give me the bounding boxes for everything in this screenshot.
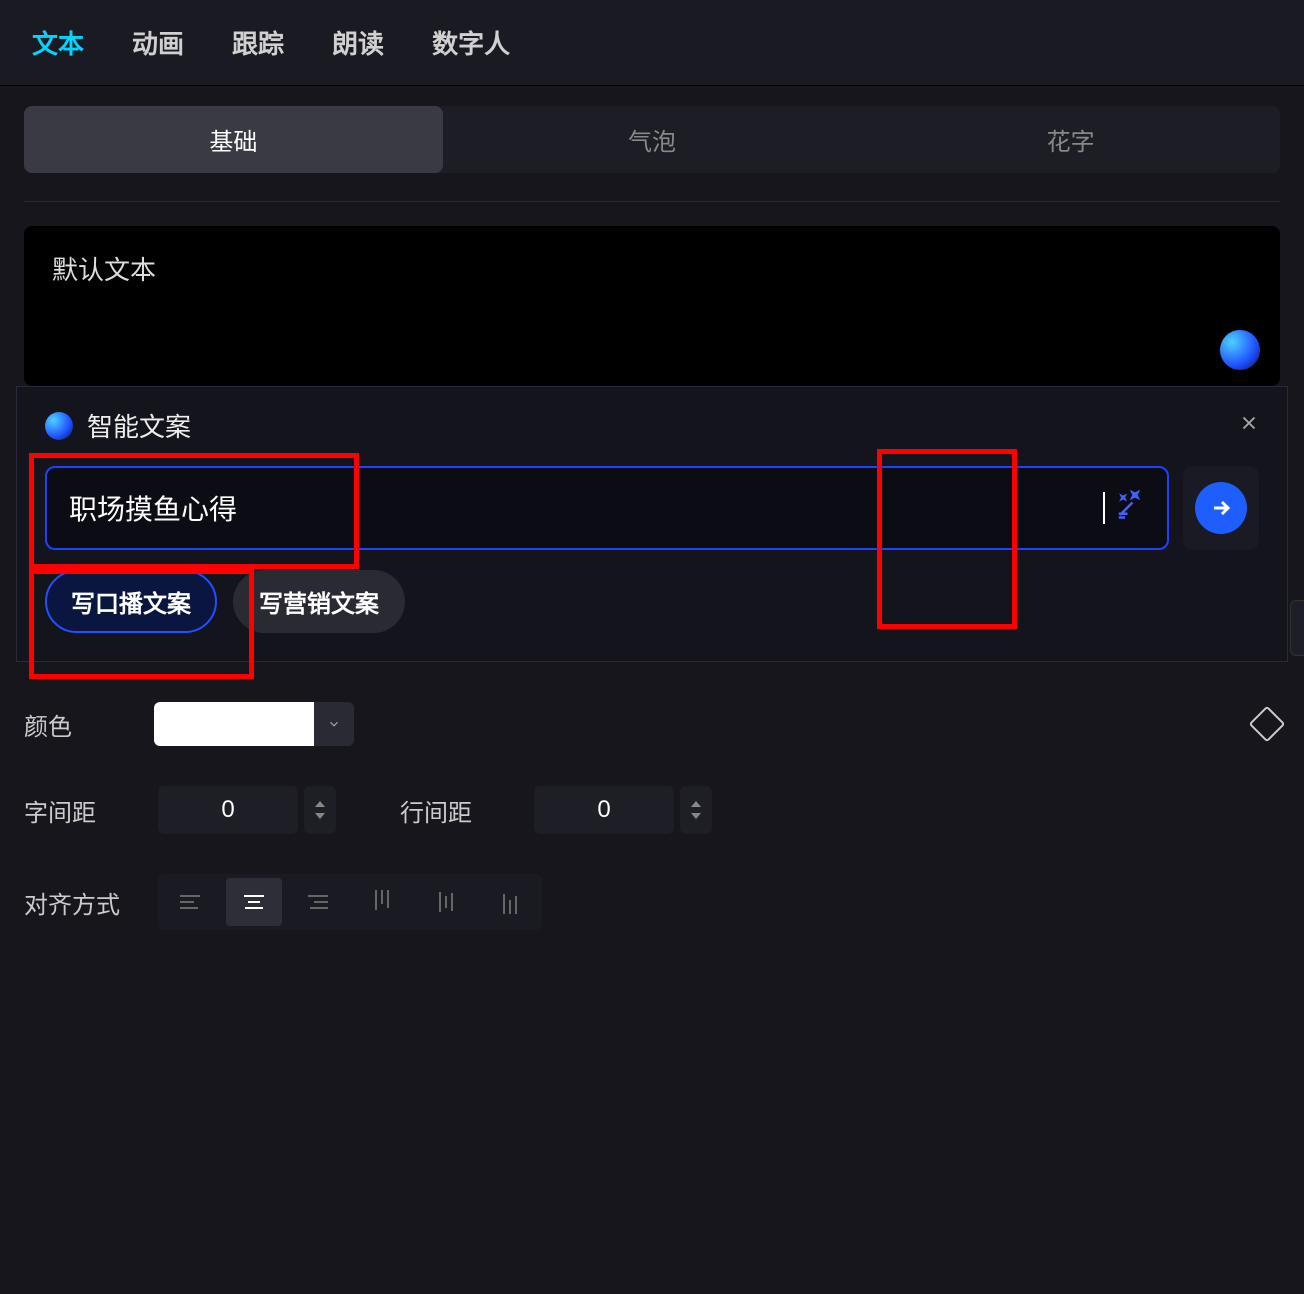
submit-button[interactable] xyxy=(1183,466,1259,550)
smart-input-field[interactable]: 职场摸鱼心得 xyxy=(45,466,1169,550)
tab-speak[interactable]: 朗读 xyxy=(332,24,384,61)
alignment-row: 对齐方式 xyxy=(24,854,1280,950)
letter-spacing-input[interactable]: 0 xyxy=(158,786,298,834)
letter-spacing-control: 0 xyxy=(158,786,336,834)
smart-input-row: 职场摸鱼心得 xyxy=(45,466,1259,550)
line-spacing-control: 0 xyxy=(534,786,712,834)
chip-row: 写口播文案 写营销文案 xyxy=(45,570,1259,633)
line-spacing-input[interactable]: 0 xyxy=(534,786,674,834)
tab-text[interactable]: 文本 xyxy=(32,24,84,61)
color-row: 颜色 xyxy=(24,682,1280,766)
valign-bottom-button[interactable] xyxy=(482,878,538,926)
smart-title: 智能文案 xyxy=(87,407,191,444)
align-label: 对齐方式 xyxy=(24,885,134,920)
panel-resize-handle[interactable] xyxy=(1290,600,1304,656)
sub-tab-basic[interactable]: 基础 xyxy=(24,106,443,173)
letter-spacing-label: 字间距 xyxy=(24,793,134,828)
letter-spacing-stepper[interactable] xyxy=(304,786,336,834)
text-content-input[interactable]: 默认文本 xyxy=(24,226,1280,386)
smart-text-panel: 智能文案 职场摸鱼心得 写口播文案 xyxy=(16,386,1288,662)
top-tab-bar: 文本 动画 跟踪 朗读 数字人 xyxy=(0,0,1304,86)
text-cursor xyxy=(1103,492,1105,524)
sub-tab-decorated[interactable]: 花字 xyxy=(861,106,1280,173)
close-icon[interactable] xyxy=(1231,405,1267,441)
arrow-right-icon xyxy=(1195,482,1247,534)
color-picker[interactable] xyxy=(154,702,354,746)
tab-tracking[interactable]: 跟踪 xyxy=(232,24,284,61)
tab-animation[interactable]: 动画 xyxy=(132,24,184,61)
sub-tab-bubble[interactable]: 气泡 xyxy=(443,106,862,173)
align-left-button[interactable] xyxy=(162,878,218,926)
line-spacing-stepper[interactable] xyxy=(680,786,712,834)
smart-header: 智能文案 xyxy=(45,407,1259,444)
keyframe-diamond-icon[interactable] xyxy=(1249,706,1286,743)
divider xyxy=(24,201,1280,202)
smart-input-value: 职场摸鱼心得 xyxy=(69,488,1101,528)
ai-orb-small-icon xyxy=(45,412,73,440)
valign-middle-button[interactable] xyxy=(418,878,474,926)
chip-marketing[interactable]: 写营销文案 xyxy=(233,570,405,633)
sub-tab-bar: 基础 气泡 花字 xyxy=(24,106,1280,173)
text-placeholder: 默认文本 xyxy=(52,255,156,285)
align-right-button[interactable] xyxy=(290,878,346,926)
align-center-button[interactable] xyxy=(226,878,282,926)
chip-broadcast[interactable]: 写口播文案 xyxy=(45,570,217,633)
ai-orb-icon[interactable] xyxy=(1220,330,1260,370)
content-area: 基础 气泡 花字 默认文本 智能文案 职场摸鱼心得 xyxy=(0,86,1304,970)
color-label: 颜色 xyxy=(24,707,134,742)
chevron-down-icon[interactable] xyxy=(314,702,354,746)
align-button-group xyxy=(158,874,542,930)
color-swatch xyxy=(154,702,314,746)
wand-icon[interactable] xyxy=(1115,490,1145,527)
spacing-row: 字间距 0 行间距 0 xyxy=(24,766,1280,854)
valign-top-button[interactable] xyxy=(354,878,410,926)
tab-avatar[interactable]: 数字人 xyxy=(432,24,510,61)
text-properties-panel: 文本 动画 跟踪 朗读 数字人 基础 气泡 花字 默认文本 智能文案 xyxy=(0,0,1304,1294)
line-spacing-label: 行间距 xyxy=(400,793,510,828)
